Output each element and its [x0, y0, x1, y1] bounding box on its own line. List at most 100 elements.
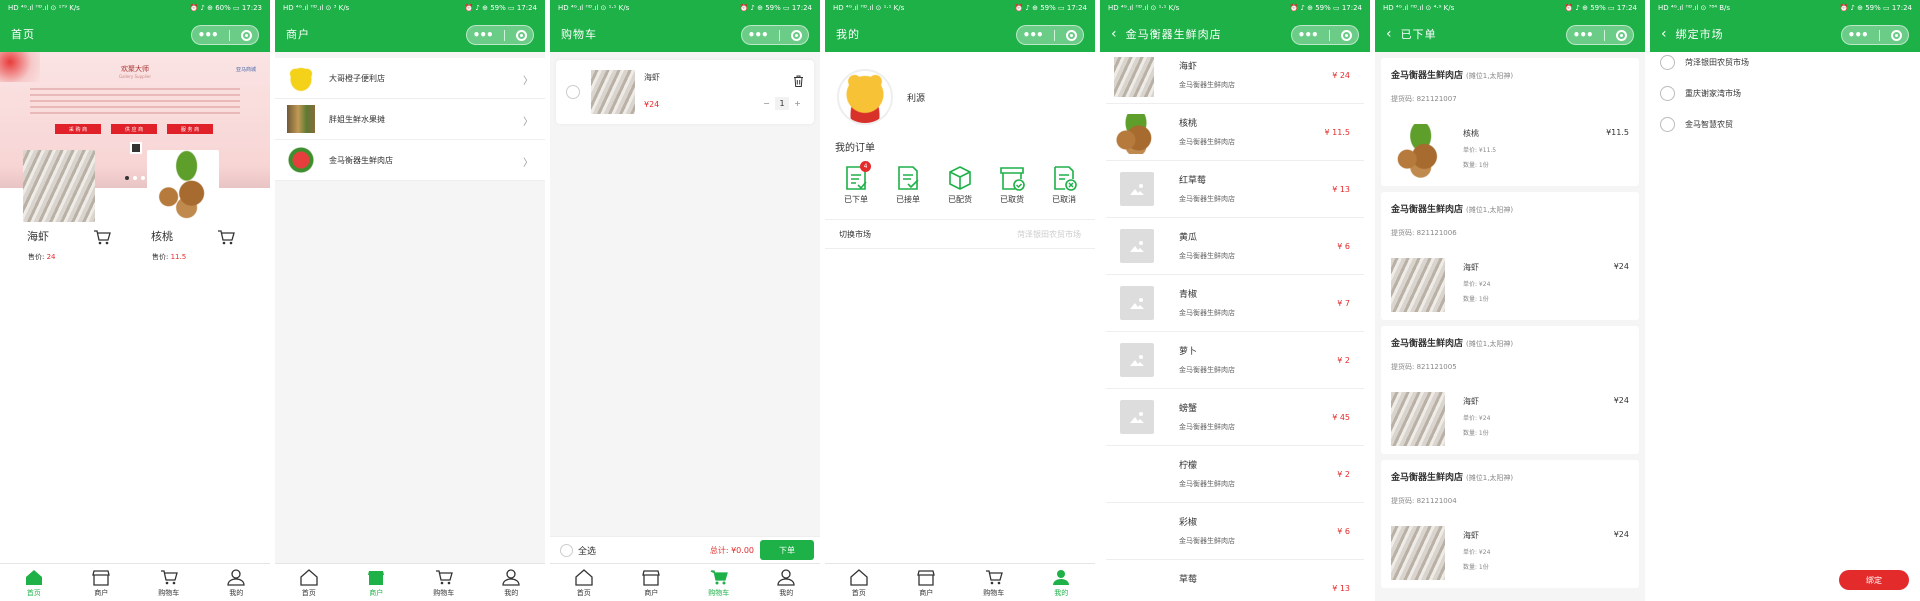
goods-shop: 金马衡器生鲜肉店 — [1179, 195, 1235, 203]
tab-cart[interactable]: 购物车 — [410, 564, 478, 601]
close-icon[interactable] — [1891, 29, 1903, 41]
tab-home[interactable]: 首页 — [275, 564, 343, 601]
product-card[interactable]: 核桃 售价: 11.5 — [147, 150, 257, 262]
quantity-value[interactable]: 1 — [775, 97, 789, 110]
order-card[interactable]: 金马衡器生鲜肉店 (摊位1,太阳神) 提货码: 821121005 海虾 ¥24 … — [1381, 326, 1639, 454]
mini-program-capsule[interactable]: ••• — [1291, 25, 1359, 45]
goods-item[interactable]: 核桃 金马衡器生鲜肉店 ¥ 11.5 — [1106, 104, 1364, 161]
plus-button[interactable]: + — [791, 97, 804, 110]
product-card[interactable]: 海虾 售价: 24 — [23, 150, 133, 262]
goods-item[interactable]: 海虾 金马衡器生鲜肉店 ¥ 24 — [1106, 47, 1364, 104]
order-status-accepted[interactable]: 已接单 — [883, 164, 933, 205]
mini-program-capsule[interactable]: ••• — [1841, 25, 1909, 45]
close-icon[interactable] — [241, 29, 253, 41]
merchant-name: 大哥橙子便利店 — [329, 73, 385, 83]
tab-mine[interactable]: 我的 — [1028, 564, 1096, 601]
market-radio[interactable] — [1660, 86, 1675, 101]
order-card[interactable]: 金马衡器生鲜肉店 (摊位1,太阳神) 提货码: 821121004 海虾 ¥24 … — [1381, 460, 1639, 588]
market-option[interactable]: 重庆谢家湾市场 — [1650, 78, 1920, 109]
mini-program-capsule[interactable]: ••• — [1016, 25, 1084, 45]
carousel-dot[interactable] — [133, 176, 137, 180]
order-status-picked[interactable]: 已取货 — [987, 164, 1037, 205]
market-radio[interactable] — [1660, 117, 1675, 132]
bind-button[interactable]: 绑定 — [1839, 570, 1909, 590]
tab-merchant[interactable]: 商户 — [68, 564, 136, 601]
goods-item[interactable]: 柠檬 金马衡器生鲜肉店 ¥ 2 — [1106, 446, 1364, 503]
mini-program-capsule[interactable]: ••• — [1566, 25, 1634, 45]
more-icon[interactable]: ••• — [1848, 29, 1869, 41]
tab-home[interactable]: 首页 — [825, 564, 893, 601]
more-icon[interactable]: ••• — [1023, 29, 1044, 41]
tab-home[interactable]: 首页 — [0, 564, 68, 601]
select-all-checkbox[interactable] — [560, 543, 573, 557]
order-unit-price: 单价: ¥24 — [1463, 549, 1491, 556]
tab-merchant[interactable]: 商户 — [343, 564, 411, 601]
order-status-placed[interactable]: 4 已下单 — [831, 161, 881, 205]
goods-item[interactable]: 青椒 金马衡器生鲜肉店 ¥ 7 — [1106, 275, 1364, 332]
goods-item[interactable]: 黄瓜 金马衡器生鲜肉店 ¥ 6 — [1106, 218, 1364, 275]
cart-icon — [434, 567, 454, 587]
banner-btn-service[interactable]: 服 务 商 — [167, 124, 213, 134]
carousel-dot[interactable] — [141, 176, 145, 180]
goods-item[interactable]: 萝卜 金马衡器生鲜肉店 ¥ 2 — [1106, 332, 1364, 389]
close-icon[interactable] — [1341, 29, 1353, 41]
order-status-cancelled[interactable]: 已取消 — [1039, 164, 1089, 205]
merchant-name: 胖姐生鲜水果摊 — [329, 114, 385, 124]
merchant-item[interactable]: 大哥橙子便利店 〉 — [275, 58, 545, 99]
banner-btn-supplier[interactable]: 供 应 商 — [111, 124, 157, 134]
place-order-button[interactable]: 下单 — [760, 540, 814, 560]
back-arrow-icon[interactable]: ‹ — [1111, 27, 1117, 41]
tab-mine[interactable]: 我的 — [478, 564, 546, 601]
tab-merchant[interactable]: 商户 — [893, 564, 961, 601]
tab-mine[interactable]: 我的 — [203, 564, 271, 601]
status-left: HD ⁴ᴳ.ıl ᴴᴰ.ıl ⊙ ¹·¹ K/s — [833, 4, 905, 12]
tab-merchant[interactable]: 商户 — [618, 564, 686, 601]
avatar[interactable] — [837, 69, 893, 125]
trash-icon[interactable] — [793, 72, 804, 91]
tab-cart[interactable]: 购物车 — [960, 564, 1028, 601]
switch-market-row[interactable]: 切换市场 菏泽银田农贸市场 — [825, 219, 1095, 249]
goods-item[interactable]: 螃蟹 金马衡器生鲜肉店 ¥ 45 — [1106, 389, 1364, 446]
more-icon[interactable]: ••• — [473, 29, 494, 41]
more-icon[interactable]: ••• — [1298, 29, 1319, 41]
order-card[interactable]: 金马衡器生鲜肉店 (摊位1,太阳神) 提货码: 821121007 核桃 ¥11.… — [1381, 58, 1639, 186]
back-arrow-icon[interactable]: ‹ — [1661, 27, 1667, 41]
product-image-shrimp[interactable] — [23, 150, 95, 222]
goods-image — [1114, 114, 1154, 154]
product-image-walnut[interactable] — [147, 150, 219, 222]
add-to-cart-icon[interactable] — [217, 229, 235, 249]
close-icon[interactable] — [1066, 29, 1078, 41]
switch-market-label: 切换市场 — [839, 229, 871, 239]
market-radio[interactable] — [1660, 55, 1675, 70]
goods-item[interactable]: 草莓 ¥ 13 — [1106, 560, 1364, 601]
market-option[interactable]: 金马智慧农贸 — [1650, 109, 1920, 140]
order-status-packed[interactable]: 已配货 — [935, 164, 985, 205]
merchant-item[interactable]: 金马衡器生鲜肉店 〉 — [275, 140, 545, 181]
mini-program-capsule[interactable]: ••• — [741, 25, 809, 45]
goods-item[interactable]: 彩椒 金马衡器生鲜肉店 ¥ 6 — [1106, 503, 1364, 560]
order-card[interactable]: 金马衡器生鲜肉店 (摊位1,太阳神) 提货码: 821121006 海虾 ¥24 … — [1381, 192, 1639, 320]
mini-program-capsule[interactable]: ••• — [466, 25, 534, 45]
merchant-item[interactable]: 胖姐生鲜水果摊 〉 — [275, 99, 545, 140]
tab-home[interactable]: 首页 — [550, 564, 618, 601]
add-to-cart-icon[interactable] — [93, 229, 111, 249]
tab-mine[interactable]: 我的 — [753, 564, 821, 601]
close-icon[interactable] — [1616, 29, 1628, 41]
order-shop-name: 金马衡器生鲜肉店 — [1391, 71, 1464, 81]
mini-program-capsule[interactable]: ••• — [191, 25, 259, 45]
close-icon[interactable] — [791, 29, 803, 41]
select-all-label[interactable]: 全选 — [578, 544, 596, 557]
goods-item[interactable]: 红草莓 金马衡器生鲜肉店 ¥ 13 — [1106, 161, 1364, 218]
minus-button[interactable]: − — [760, 97, 773, 110]
more-icon[interactable]: ••• — [1573, 29, 1594, 41]
tab-cart[interactable]: 购物车 — [685, 564, 753, 601]
more-icon[interactable]: ••• — [748, 29, 769, 41]
close-icon[interactable] — [516, 29, 528, 41]
more-icon[interactable]: ••• — [198, 29, 219, 41]
back-arrow-icon[interactable]: ‹ — [1386, 27, 1392, 41]
banner-btn-buyer[interactable]: 采 购 商 — [55, 124, 101, 134]
screen-bind-market: HD ⁴ᴳ.ıl ᴴᴰ.ıl ⊙ ⁷⁸⁴ B/s ⏰ ♪ ⊕ 59% ▭ 17:2… — [1650, 0, 1920, 601]
order-cancel-icon — [1054, 166, 1077, 191]
tab-cart[interactable]: 购物车 — [135, 564, 203, 601]
cart-item-checkbox[interactable] — [566, 85, 580, 99]
